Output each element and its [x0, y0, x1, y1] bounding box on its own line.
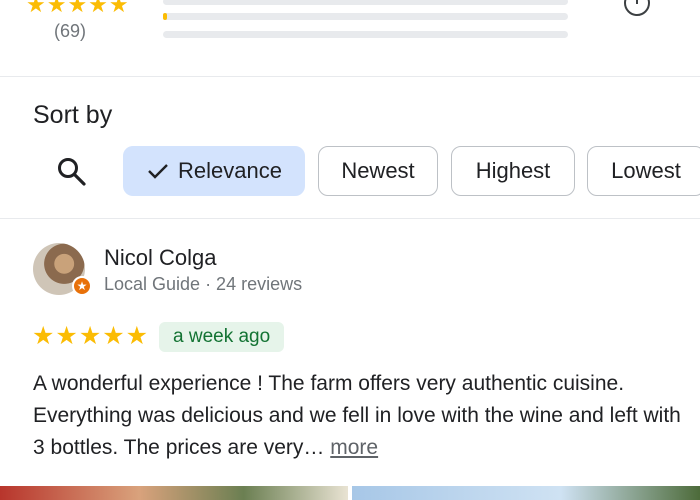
review-photo[interactable] — [352, 486, 700, 500]
sort-chip-relevance[interactable]: Relevance — [123, 146, 305, 196]
divider — [0, 218, 700, 219]
chip-label: Highest — [475, 158, 551, 183]
chip-label: Relevance — [178, 158, 282, 183]
review-date-badge: a week ago — [159, 322, 285, 352]
review-stars: ★★★★★ — [32, 322, 150, 350]
sort-chip-highest[interactable]: Highest — [451, 146, 575, 196]
search-icon[interactable] — [56, 156, 88, 188]
rating-bar — [163, 31, 568, 38]
sort-chip-lowest[interactable]: Lowest — [587, 146, 700, 196]
sort-chip-newest[interactable]: Newest — [318, 146, 438, 196]
reviewer-name[interactable]: Nicol Colga — [104, 245, 217, 271]
rating-bar — [163, 13, 568, 20]
rating-count: (69) — [54, 21, 87, 41]
rating-summary: ★★★★★ (69) — [0, 0, 700, 76]
rating-bar-fill — [163, 13, 168, 20]
chip-label: Lowest — [611, 158, 681, 183]
info-icon[interactable] — [624, 0, 650, 16]
rating-stars: ★★★★★ — [26, 0, 130, 17]
chip-label: Newest — [341, 158, 415, 183]
review-text: A wonderful experience ! The farm offers… — [33, 368, 683, 464]
divider — [0, 76, 700, 77]
more-link[interactable]: more — [330, 436, 378, 459]
review-photo[interactable] — [0, 486, 348, 500]
check-icon — [148, 164, 168, 179]
reviewer-meta: Local Guide · 24 reviews — [104, 274, 303, 294]
rating-bar — [163, 0, 568, 5]
local-guide-badge-icon: ★ — [72, 276, 92, 296]
sort-by-label: Sort by — [33, 101, 113, 129]
